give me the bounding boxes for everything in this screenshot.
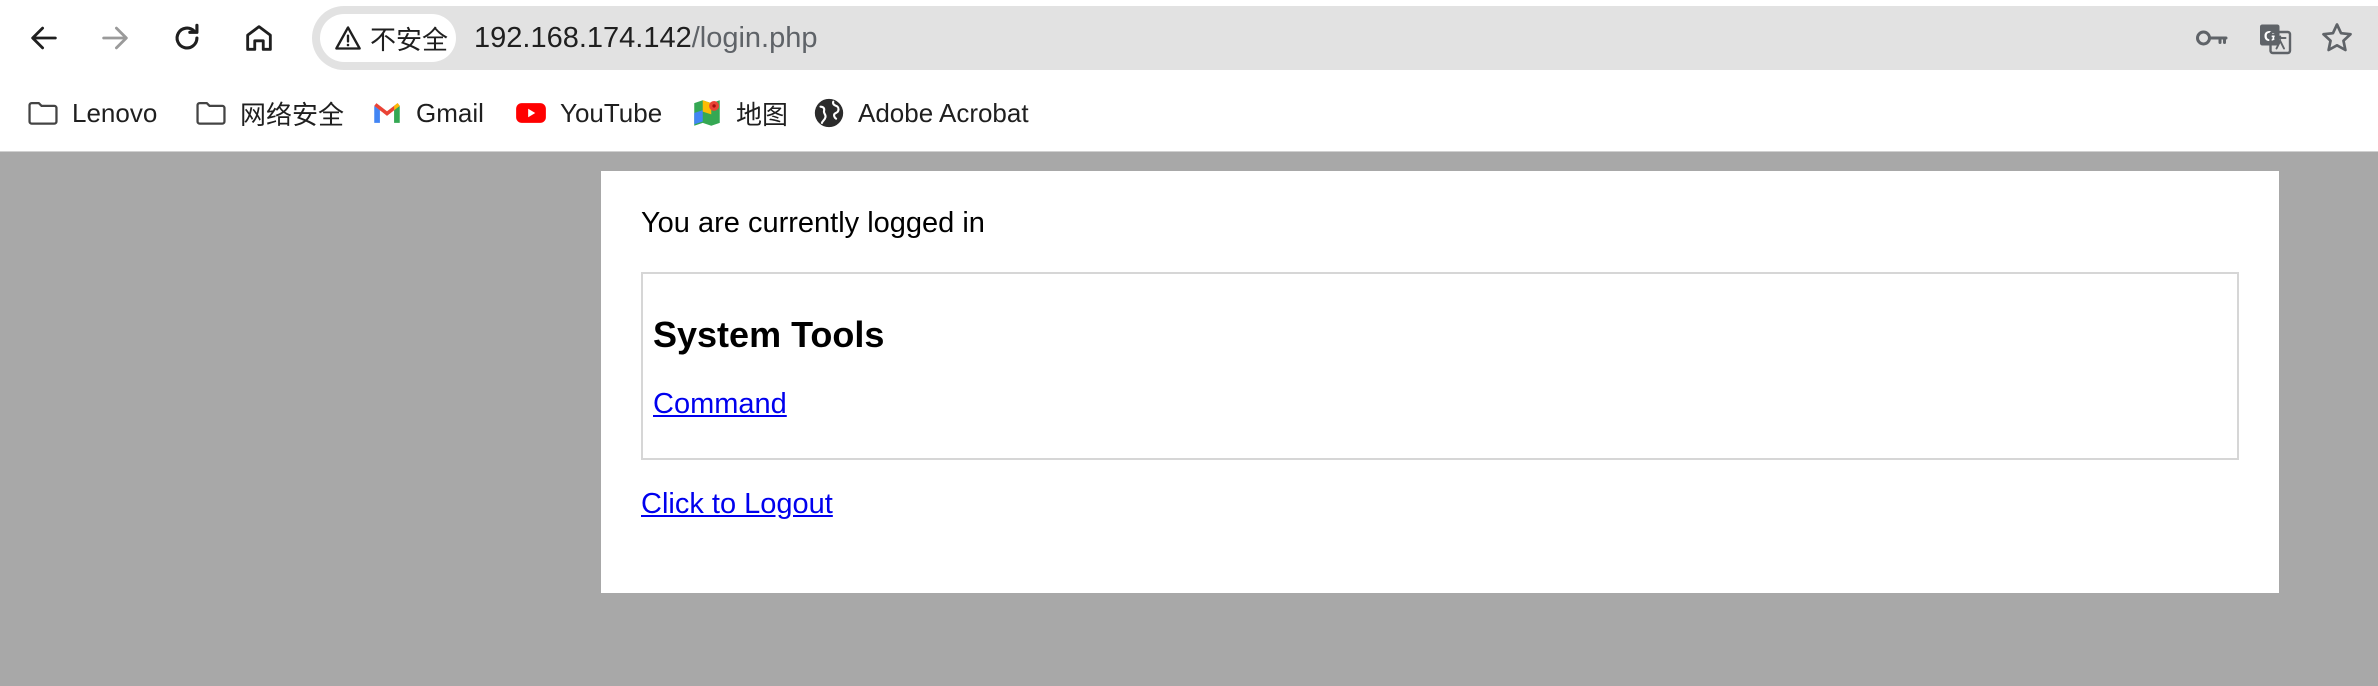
translate-button[interactable]: G [2256,20,2294,56]
bookmark-label: 地图 [736,99,789,130]
bookmark-label: Gmail [416,97,484,128]
home-icon [246,25,272,51]
globe-icon [812,96,846,130]
bookmark-label: 网络安全 [240,99,345,130]
home-button[interactable] [235,14,283,62]
maps-icon [690,96,724,130]
address-bar[interactable]: 不安全 192.168.174.142/login.php G [312,6,2378,70]
system-tools-panel: System Tools Command [641,272,2239,460]
bookmark-label: Adobe Acrobat [858,97,1029,128]
folder-icon [26,96,60,130]
browser-toolbar: 不安全 192.168.174.142/login.php G Lenovo 网… [0,0,2378,152]
warning-icon [335,26,361,50]
security-label: 不安全 [370,24,449,55]
gmail-icon [370,96,404,130]
forward-button[interactable] [91,14,139,62]
command-link[interactable]: Command [653,388,787,421]
bookmark-adobe-acrobat[interactable]: Adobe Acrobat [812,88,1029,138]
security-chip[interactable]: 不安全 [320,14,456,62]
bookmark-network-security[interactable]: 网络安全 [194,88,344,138]
youtube-icon [514,96,548,130]
bookmark-gmail[interactable]: Gmail [370,88,484,138]
bookmark-label: Lenovo [72,97,158,128]
logout-link[interactable]: Click to Logout [641,488,833,521]
content-panel: You are currently logged in System Tools… [601,171,2279,593]
star-icon [2322,23,2352,52]
bookmark-maps[interactable]: 地图 [690,88,788,138]
forward-icon [102,26,128,50]
folder-icon [194,96,228,130]
back-button[interactable] [20,14,68,62]
password-key-button[interactable] [2192,20,2230,56]
bookmark-star-button[interactable] [2318,20,2356,56]
url-host: 192.168.174.142 [474,22,692,54]
bookmark-lenovo[interactable]: Lenovo [26,88,157,138]
bookmark-youtube[interactable]: YouTube [514,88,662,138]
back-icon [31,26,57,50]
bookmarks-bar: Lenovo 网络安全 Gmail YouTube 地图 Adobe Acrob… [0,88,2378,138]
translate-icon: G [2260,24,2292,55]
login-status-text: You are currently logged in [641,207,985,239]
url-path: /login.php [691,22,818,54]
system-tools-heading: System Tools [653,314,885,355]
reload-icon [175,23,199,50]
url-text[interactable]: 192.168.174.142/login.php [474,6,818,70]
reload-button[interactable] [163,14,211,62]
key-icon [2196,30,2228,46]
bookmark-label: YouTube [560,97,663,128]
